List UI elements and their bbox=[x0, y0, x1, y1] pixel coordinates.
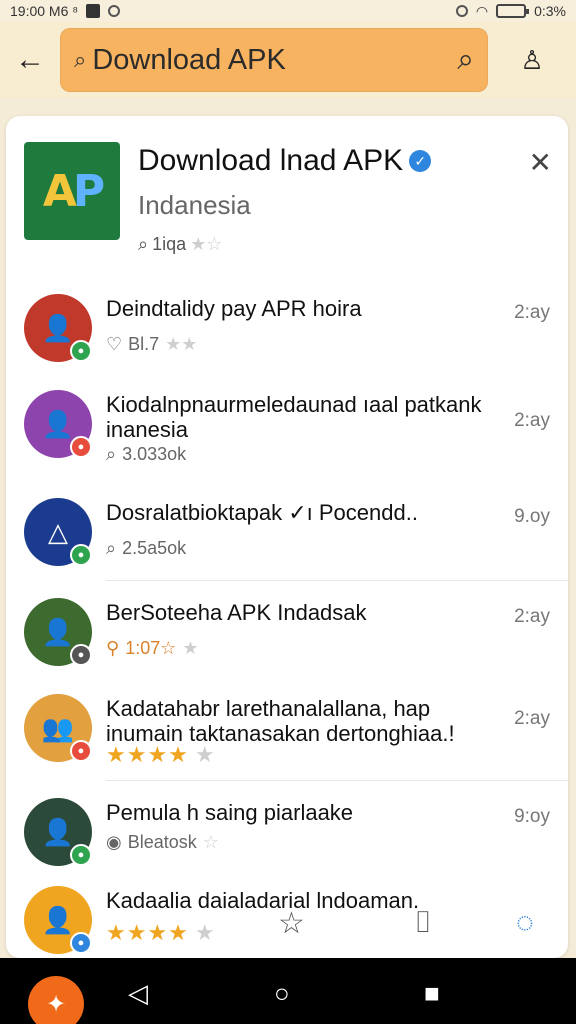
item-title: Kiodalnpnaurmeledaunad ıaal patkank inan… bbox=[106, 392, 482, 442]
home-icon[interactable]: ○ bbox=[274, 978, 290, 1009]
settings-status-icon bbox=[108, 5, 121, 17]
search-icon: ⌕ bbox=[74, 47, 87, 72]
microphone-icon[interactable]: ♙ bbox=[488, 22, 576, 98]
star-icon: ★☆ bbox=[190, 234, 223, 254]
star-empty-icon: ★ bbox=[194, 742, 216, 767]
item-title: Deindtalidy pay APR hoira bbox=[106, 296, 362, 321]
close-icon[interactable]: ✕ bbox=[529, 146, 552, 179]
back-nav-icon[interactable]: ◁ bbox=[128, 978, 148, 1009]
item-time: 2:ay bbox=[514, 410, 550, 431]
battery-icon bbox=[496, 4, 530, 18]
battery-level: 0:3% bbox=[534, 3, 566, 19]
status-time: 19:00 M6 ⁸ bbox=[10, 3, 79, 19]
star-icon: ★ bbox=[182, 638, 199, 658]
item-meta: ◉ Bleatosk ☆ bbox=[106, 832, 219, 852]
result-card: AP Download lnad APK ✓ Indanesia ⌕ 1iqa … bbox=[6, 116, 568, 958]
app-title: Download lnad APK bbox=[138, 144, 404, 177]
online-badge-icon: ● bbox=[70, 844, 92, 866]
eye-icon: ◉ bbox=[106, 832, 122, 852]
verified-icon: ✓ bbox=[409, 150, 432, 172]
search-icon: ⌕ bbox=[106, 538, 117, 558]
list-item[interactable]: 👥 ● Kadatahabr larethanalallana, hap inu… bbox=[6, 686, 568, 786]
item-title: Pemula h saing piarlaake bbox=[106, 800, 354, 825]
status-badge-icon: ● bbox=[70, 740, 92, 762]
search-bar[interactable]: ⌕ Download APK ⌕ bbox=[60, 28, 488, 92]
item-meta: ♡ Bl.7 ★★ bbox=[106, 334, 198, 354]
alarm-icon bbox=[455, 5, 468, 17]
search-submit-icon[interactable]: ⌕ bbox=[457, 43, 474, 77]
online-badge-icon: ● bbox=[70, 544, 92, 566]
app-subtitle: Indanesia bbox=[138, 190, 251, 220]
item-time: 2:ay bbox=[514, 708, 550, 729]
navigation-bar: ✦ ◁ ○ ■ bbox=[0, 958, 576, 1024]
list-item[interactable]: △ ● Dosralatbioktapak ✓ı Pocendd.. ⌕ 2.5… bbox=[6, 490, 568, 590]
star-icon: ★★ bbox=[165, 334, 198, 354]
search-icon: ⌕ bbox=[138, 234, 149, 254]
item-time: 2:ay bbox=[514, 606, 550, 627]
status-bar: 19:00 M6 ⁸ ◠ 0:3% bbox=[0, 0, 576, 22]
app-meta: ⌕ 1iqa ★☆ bbox=[138, 234, 223, 254]
divider bbox=[106, 580, 568, 581]
list-item[interactable]: 👤 ● BerSoteeha APK Indadsak ⚲ 1:07☆ ★ 2:… bbox=[6, 590, 568, 690]
app-shortcut-icon[interactable]: ✦ bbox=[28, 976, 84, 1024]
pin-icon: ⚲ bbox=[106, 638, 120, 658]
item-title: Kadatahabr larethanalallana, hap inumain… bbox=[106, 696, 455, 746]
status-badge-icon: ● bbox=[70, 644, 92, 666]
back-arrow-icon[interactable]: ← bbox=[0, 22, 60, 98]
item-meta: ⌕ 2.5a5ok bbox=[106, 538, 187, 558]
star-icon[interactable]: ☆ bbox=[278, 906, 305, 941]
bookmark-icon[interactable]: ⌷ bbox=[414, 906, 432, 940]
bottom-actions: ☆ ⌷ ◌ bbox=[0, 898, 576, 958]
online-badge-icon: ● bbox=[70, 340, 92, 362]
item-meta: ⚲ 1:07☆ ★ bbox=[106, 638, 199, 658]
status-badge-icon: ● bbox=[70, 436, 92, 458]
heart-icon: ♡ bbox=[106, 334, 123, 354]
divider bbox=[106, 780, 568, 781]
app-header[interactable]: AP Download lnad APK ✓ Indanesia ⌕ 1iqa … bbox=[24, 142, 552, 272]
star-empty-icon: ☆ bbox=[202, 832, 219, 852]
item-time: 2:ay bbox=[514, 302, 550, 323]
notification-icon bbox=[86, 4, 101, 18]
item-time: 9:oy bbox=[514, 806, 550, 827]
top-bar: ← ⌕ Download APK ⌕ ♙ bbox=[0, 22, 576, 98]
item-rating: ★★★★ ★ bbox=[106, 742, 216, 768]
item-title: BerSoteeha APK Indadsak bbox=[106, 600, 367, 625]
chat-icon[interactable]: ◌ bbox=[516, 906, 534, 940]
item-time: 9.oy bbox=[514, 506, 550, 527]
recents-icon[interactable]: ■ bbox=[424, 978, 440, 1009]
list-item[interactable]: 👤 ● Pemula h saing piarlaake ◉ Bleatosk … bbox=[6, 790, 568, 890]
search-icon: ⌕ bbox=[106, 444, 117, 464]
list-item[interactable]: 👤 ● Deindtalidy pay APR hoira ♡ Bl.7 ★★ … bbox=[6, 286, 568, 386]
search-input[interactable]: Download APK bbox=[92, 44, 457, 77]
app-logo: AP bbox=[24, 142, 120, 240]
item-title: Dosralatbioktapak ✓ı Pocendd.. bbox=[106, 500, 418, 525]
wifi-icon: ◠ bbox=[475, 2, 489, 19]
rating-stars: ★★★★ bbox=[106, 742, 189, 767]
list-item[interactable]: 👤 ● Kiodalnpnaurmeledaunad ıaal patkank … bbox=[6, 382, 568, 482]
item-meta: ⌕ 3.033ok bbox=[106, 444, 187, 464]
